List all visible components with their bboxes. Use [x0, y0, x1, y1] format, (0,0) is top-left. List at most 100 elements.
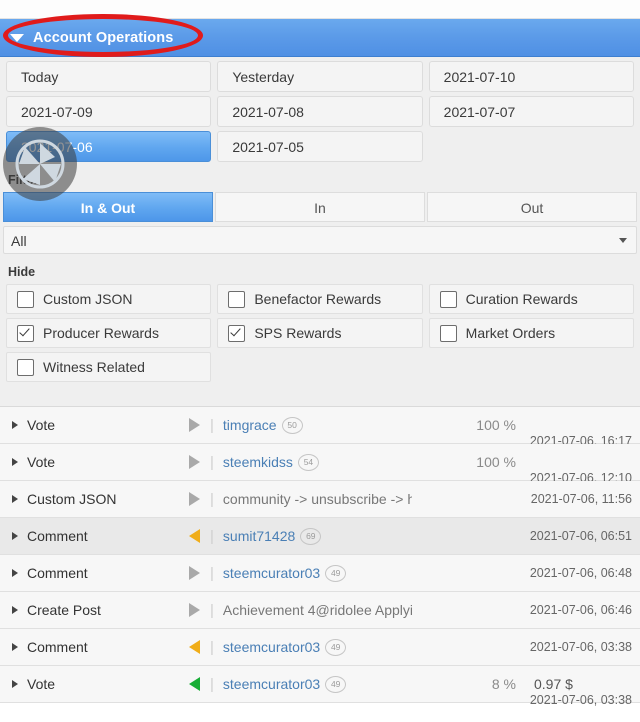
hide-checkbox-grid: Custom JSON Benefactor Rewards Curation … [0, 284, 640, 396]
operation-type-cell[interactable]: Vote [0, 676, 180, 692]
account-link[interactable]: steemcurator03 [223, 676, 320, 692]
operation-type-cell[interactable]: Comment [0, 528, 180, 544]
direction-out-icon [180, 418, 208, 432]
checkbox-box-icon[interactable] [228, 290, 246, 308]
operation-row[interactable]: Custom JSON | community -> unsubscribe -… [0, 481, 640, 518]
checkbox-box-checked-icon[interactable] [17, 324, 34, 342]
operation-type-cell[interactable]: Vote [0, 454, 180, 470]
caret-right-icon[interactable] [12, 532, 18, 540]
operation-row[interactable]: Comment | sumit71428 69 2021-07-06, 06:51 [0, 518, 640, 555]
date-button-2021-07-06[interactable]: 2021-07-06 [6, 131, 212, 162]
operation-row[interactable]: Vote | steemkidss 54 100 % 2021-07-06, 12… [0, 444, 640, 485]
operation-type-label: Vote [27, 676, 56, 692]
operation-detail-text: community -> unsubscribe -> hive-139765 [222, 491, 412, 507]
operation-row[interactable]: Comment | steemcurator03 49 2021-07-06, 0… [0, 629, 640, 666]
date-button-yesterday[interactable]: Yesterday [217, 61, 423, 92]
checkbox-label: Custom JSON [43, 291, 133, 307]
operation-row[interactable]: Vote | timgrace 50 100 % 2021-07-06, 16:1… [0, 407, 640, 448]
operation-type-cell[interactable]: Comment [0, 565, 180, 581]
checkbox-label: Benefactor Rewards [254, 291, 382, 307]
operation-detail-cell: steemcurator03 49 [223, 638, 412, 656]
checkbox-box-icon[interactable] [17, 290, 34, 308]
operation-amount: 0.97 $ [534, 676, 573, 692]
checkbox-producer-rewards[interactable]: Producer Rewards [6, 318, 212, 348]
date-button-2021-07-09[interactable]: 2021-07-09 [6, 96, 212, 127]
caret-down-icon[interactable] [10, 33, 24, 42]
operation-type-label: Vote [27, 417, 56, 433]
filter-label: Filter [0, 168, 640, 192]
caret-right-icon[interactable] [12, 421, 18, 429]
account-link[interactable]: timgrace [223, 417, 277, 433]
checkbox-custom-json[interactable]: Custom JSON [6, 284, 212, 314]
checkbox-box-icon[interactable] [439, 290, 457, 308]
checkbox-label: SPS Rewards [254, 325, 342, 341]
operation-row[interactable]: Vote | steemcurator03 49 8 % 0.97 $ 2021-… [0, 666, 640, 707]
checkbox-box-checked-icon[interactable] [228, 324, 246, 342]
operation-timestamp: 2021-07-06, 06:51 [529, 529, 632, 543]
checkbox-cell-placeholder [217, 352, 422, 382]
date-quick-picks: Today Yesterday 2021-07-10 2021-07-09 20… [0, 57, 640, 168]
operation-detail-cell: steemcurator03 49 [223, 564, 412, 582]
caret-right-icon[interactable] [12, 569, 18, 577]
operation-type-label: Comment [27, 565, 88, 581]
filter-type-select[interactable]: All [3, 226, 637, 254]
direction-out-icon [180, 455, 208, 469]
chevron-down-icon[interactable] [619, 238, 627, 243]
date-button-2021-07-10[interactable]: 2021-07-10 [428, 61, 634, 92]
date-button-2021-07-05[interactable]: 2021-07-05 [217, 131, 423, 162]
checkbox-row: Producer Rewards SPS Rewards Market Orde… [3, 318, 637, 348]
operation-type-label: Custom JSON [27, 491, 117, 507]
checkbox-market-orders[interactable]: Market Orders [428, 318, 634, 348]
operation-type-cell[interactable]: Create Post [0, 602, 180, 618]
operation-row[interactable]: Comment | steemcurator03 49 2021-07-06, 0… [0, 555, 640, 592]
filter-in-and-out-button[interactable]: In & Out [3, 192, 213, 222]
checkbox-box-icon[interactable] [17, 358, 34, 376]
caret-right-icon[interactable] [12, 495, 18, 503]
operation-type-label: Create Post [27, 602, 101, 618]
checkbox-row: Custom JSON Benefactor Rewards Curation … [3, 284, 637, 314]
operation-timestamp: 2021-07-06, 03:38 [529, 640, 632, 654]
column-separator: | [210, 416, 214, 434]
operation-type-cell[interactable]: Comment [0, 639, 180, 655]
operation-percent: 100 % [476, 454, 516, 470]
date-button-2021-07-08[interactable]: 2021-07-08 [217, 96, 423, 127]
direction-out-icon [180, 566, 208, 580]
operation-type-cell[interactable]: Vote [0, 417, 180, 433]
operation-detail-cell: timgrace 50 [223, 416, 412, 434]
reputation-badge: 50 [281, 416, 303, 434]
operation-type-cell[interactable]: Custom JSON [0, 491, 180, 507]
caret-right-icon[interactable] [12, 458, 18, 466]
operation-timestamp: 2021-07-06, 11:56 [530, 492, 632, 506]
operation-percent: 100 % [476, 417, 516, 433]
operation-detail-cell: steemkidss 54 [223, 453, 412, 471]
operation-type-label: Comment [27, 528, 88, 544]
date-button-2021-07-07[interactable]: 2021-07-07 [428, 96, 634, 127]
account-link[interactable]: steemkidss [223, 454, 293, 470]
checkbox-benefactor-rewards[interactable]: Benefactor Rewards [217, 284, 423, 314]
column-separator: | [210, 490, 214, 508]
direction-out-icon [180, 603, 208, 617]
caret-right-icon[interactable] [12, 680, 18, 688]
caret-right-icon[interactable] [12, 643, 18, 651]
reputation-badge: 54 [297, 453, 319, 471]
filter-out-button[interactable]: Out [427, 192, 637, 222]
column-separator: | [210, 564, 214, 582]
panel-header[interactable]: Account Operations [0, 19, 640, 57]
filter-type-select-value: All [11, 233, 27, 249]
operation-detail-cell: sumit71428 69 [223, 527, 412, 545]
checkbox-witness-related[interactable]: Witness Related [6, 352, 212, 382]
checkbox-sps-rewards[interactable]: SPS Rewards [217, 318, 423, 348]
checkbox-box-icon[interactable] [439, 324, 457, 342]
date-button-today[interactable]: Today [6, 61, 212, 92]
date-button-placeholder [429, 131, 634, 162]
page-title: Account Operations [33, 29, 174, 46]
account-link[interactable]: steemcurator03 [223, 639, 320, 655]
account-link[interactable]: sumit71428 [223, 528, 295, 544]
account-link[interactable]: steemcurator03 [223, 565, 320, 581]
filter-in-button[interactable]: In [215, 192, 425, 222]
checkbox-curation-rewards[interactable]: Curation Rewards [428, 284, 634, 314]
column-separator: | [210, 453, 214, 471]
caret-right-icon[interactable] [12, 606, 18, 614]
operation-row[interactable]: Create Post | Achievement 4@ridolee Appl… [0, 592, 640, 629]
date-row: Today Yesterday 2021-07-10 [3, 61, 637, 92]
